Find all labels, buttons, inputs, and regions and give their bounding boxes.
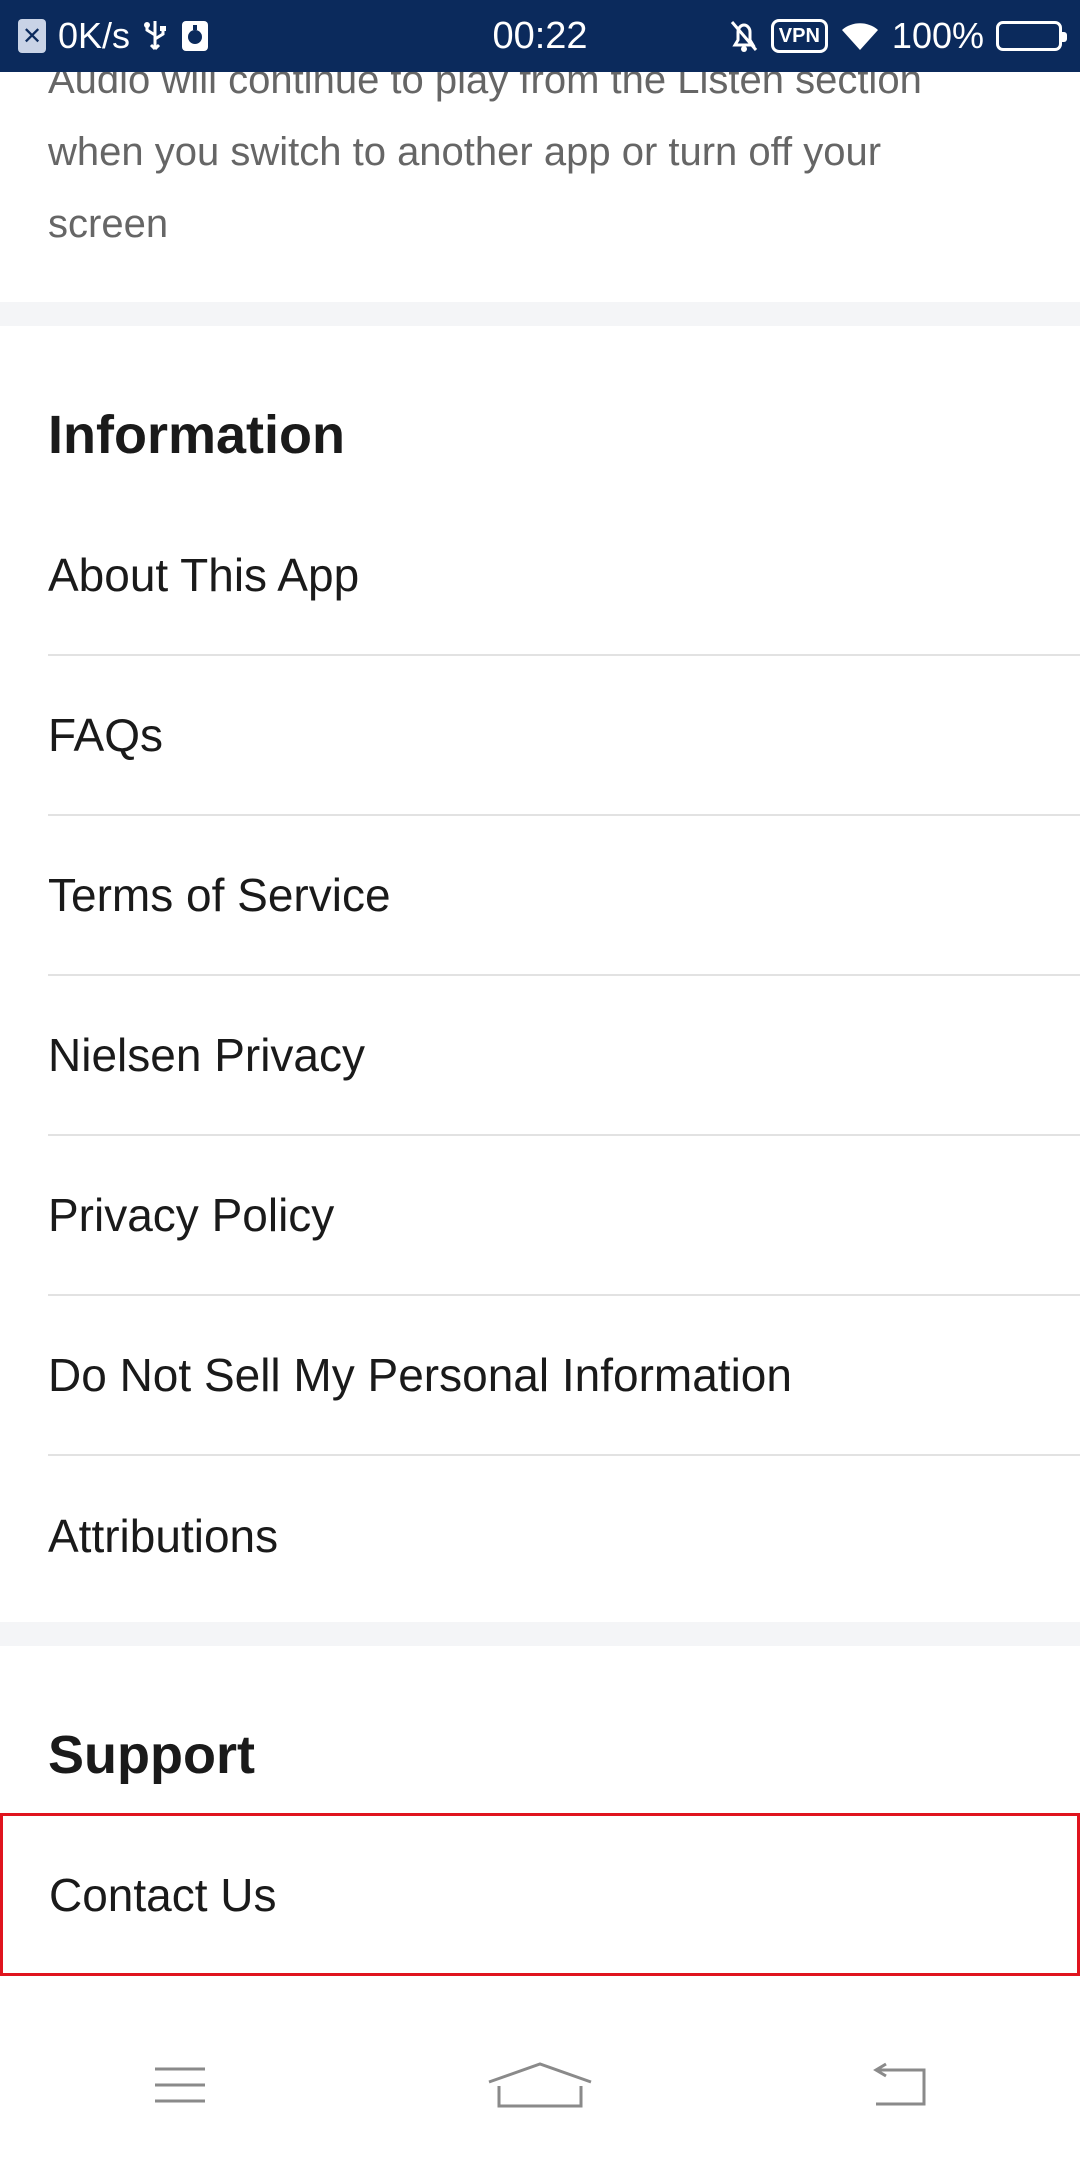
audio-background-note: Audio will continue to play from the Lis… — [48, 58, 922, 246]
menu-item-label: Attributions — [48, 1510, 279, 1562]
wifi-icon — [840, 20, 880, 52]
notifications-off-icon — [729, 19, 759, 53]
support-heading: Support — [48, 1725, 255, 1785]
menu-item-label: Contact Us — [49, 1868, 277, 1921]
menu-item-privacy-policy[interactable]: Privacy Policy — [48, 1136, 1080, 1296]
information-heading: Information — [48, 405, 345, 465]
menu-item-label: FAQs — [48, 709, 164, 761]
status-left: ✕ 0K/s — [18, 15, 210, 57]
menu-item-label: Nielsen Privacy — [48, 1029, 365, 1081]
close-notification-icon: ✕ — [18, 19, 46, 53]
usb-icon — [142, 19, 168, 53]
menu-item-label: Do Not Sell My Personal Information — [48, 1349, 792, 1401]
status-right: VPN 100% — [729, 15, 1067, 57]
home-icon[interactable] — [480, 2045, 600, 2125]
menu-item-nielsen-privacy[interactable]: Nielsen Privacy — [48, 976, 1080, 1136]
section-divider — [0, 1622, 1080, 1646]
battery-icon — [996, 21, 1067, 51]
system-navigation-bar — [0, 2010, 1080, 2160]
menu-item-label: Terms of Service — [48, 869, 391, 921]
menu-item-do-not-sell[interactable]: Do Not Sell My Personal Information — [48, 1296, 1080, 1456]
status-bar: ✕ 0K/s 00:22 VPN 100% — [0, 0, 1080, 72]
debug-icon — [180, 19, 210, 53]
vpn-icon: VPN — [770, 19, 828, 53]
menu-item-contact-us[interactable]: Contact Us — [0, 1813, 1080, 1976]
menu-item-attributions[interactable]: Attributions — [48, 1456, 1080, 1616]
menu-icon[interactable] — [120, 2045, 240, 2125]
menu-item-faqs[interactable]: FAQs — [48, 656, 1080, 816]
menu-item-about-this-app[interactable]: About This App — [48, 496, 1080, 656]
back-icon[interactable] — [840, 2045, 960, 2125]
network-speed: 0K/s — [58, 15, 131, 56]
menu-item-label: About This App — [48, 549, 360, 601]
menu-item-label: Privacy Policy — [48, 1189, 335, 1241]
menu-item-terms-of-service[interactable]: Terms of Service — [48, 816, 1080, 976]
battery-percent: 100% — [891, 15, 984, 56]
section-divider — [0, 302, 1080, 326]
